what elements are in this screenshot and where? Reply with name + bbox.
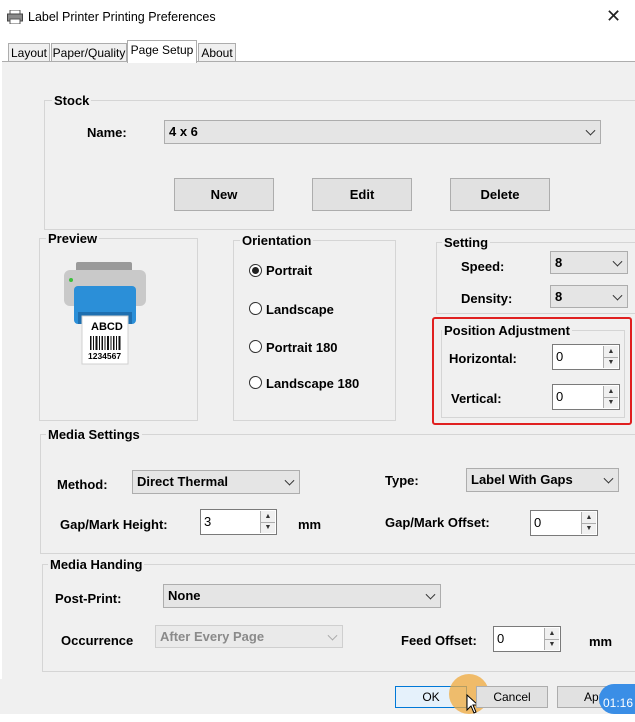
gap-mark-offset-value: 0 [534, 515, 542, 530]
chevron-down-icon [603, 473, 614, 484]
gap-mark-height-label: Gap/Mark Height: [60, 517, 168, 532]
clock-text: 01:16 [603, 696, 634, 710]
occurrence-select[interactable]: After Every Page [155, 625, 343, 648]
type-select[interactable]: Label With Gaps [466, 468, 619, 492]
spin-down-icon[interactable]: ▼ [545, 639, 559, 650]
speed-label: Speed: [461, 259, 505, 274]
feed-offset-unit: mm [589, 634, 613, 649]
new-button[interactable]: New [174, 178, 274, 211]
title-bar: Label Printer Printing Preferences ✕ [0, 0, 635, 36]
landscape-radio[interactable] [249, 302, 262, 315]
speed-select[interactable]: 8 [550, 251, 628, 274]
preview-label-text: ABCD [91, 321, 123, 333]
tab-layout[interactable]: Layout [8, 43, 50, 62]
stock-legend: Stock [52, 93, 92, 108]
setting-legend: Setting [442, 235, 491, 250]
spin-down-icon[interactable]: ▼ [261, 522, 275, 533]
occurrence-label: Occurrence [61, 633, 134, 648]
feed-offset-value: 0 [497, 631, 505, 646]
gap-mark-offset-label: Gap/Mark Offset: [385, 515, 490, 530]
gap-mark-height-unit: mm [298, 517, 322, 532]
feed-offset-spinner[interactable]: 0 ▲ ▼ [493, 626, 561, 652]
media-settings-group [40, 434, 635, 554]
cancel-button[interactable]: Cancel [476, 686, 548, 708]
spinner-arrows[interactable]: ▲ ▼ [544, 628, 559, 650]
tab-paper-quality[interactable]: Paper/Quality [51, 43, 127, 62]
type-value: Label With Gaps [471, 472, 573, 487]
spin-down-icon[interactable]: ▼ [582, 523, 596, 534]
spinner-arrows[interactable]: ▲ ▼ [581, 512, 596, 534]
tab-page-setup[interactable]: Page Setup [127, 40, 197, 63]
portrait-180-radio[interactable] [249, 340, 262, 353]
tab-about[interactable]: About [198, 43, 236, 62]
spinner-arrows[interactable]: ▲ ▼ [260, 511, 275, 533]
position-adjustment-highlight [432, 317, 632, 425]
chevron-down-icon [585, 125, 596, 136]
gap-mark-height-spinner[interactable]: 3 ▲ ▼ [200, 509, 277, 535]
method-value: Direct Thermal [137, 474, 229, 489]
post-print-value: None [168, 588, 201, 603]
density-select[interactable]: 8 [550, 285, 628, 308]
stock-name-select[interactable]: 4 x 6 [164, 120, 601, 144]
close-icon[interactable]: ✕ [606, 6, 621, 27]
portrait-label: Portrait [266, 263, 313, 278]
method-select[interactable]: Direct Thermal [132, 470, 300, 494]
delete-button[interactable]: Delete [450, 178, 550, 211]
stock-name-label: Name: [87, 125, 127, 140]
media-handling-legend: Media Handing [48, 557, 145, 572]
preview-legend: Preview [46, 231, 100, 246]
edit-button[interactable]: Edit [312, 178, 412, 211]
chevron-down-icon [612, 290, 623, 301]
post-print-label: Post-Print: [55, 591, 122, 606]
method-label: Method: [57, 477, 108, 492]
gap-mark-offset-spinner[interactable]: 0 ▲ ▼ [530, 510, 598, 536]
printer-icon [7, 10, 23, 24]
preview-barcode-number: 1234567 [88, 351, 122, 361]
chevron-down-icon [612, 256, 623, 267]
landscape-180-label: Landscape 180 [266, 376, 360, 391]
chevron-down-icon [284, 475, 295, 486]
occurrence-value: After Every Page [160, 629, 265, 644]
media-settings-legend: Media Settings [46, 427, 142, 442]
media-handling-group [42, 564, 635, 672]
landscape-180-radio[interactable] [249, 376, 262, 389]
chevron-down-icon [425, 589, 436, 600]
feed-offset-label: Feed Offset: [401, 633, 477, 648]
portrait-radio[interactable] [249, 264, 262, 277]
density-value: 8 [555, 289, 563, 304]
window-title: Label Printer Printing Preferences [28, 10, 216, 24]
gap-mark-height-value: 3 [204, 514, 212, 529]
type-label: Type: [385, 473, 419, 488]
portrait-180-label: Portrait 180 [266, 340, 338, 355]
clock-overlay: 01:16 [599, 684, 635, 714]
density-label: Density: [461, 291, 513, 306]
chevron-down-icon [327, 630, 338, 641]
post-print-select[interactable]: None [163, 584, 441, 608]
orientation-legend: Orientation [240, 233, 314, 248]
landscape-label: Landscape [266, 302, 334, 317]
speed-value: 8 [555, 255, 563, 270]
stock-name-value: 4 x 6 [169, 124, 198, 139]
